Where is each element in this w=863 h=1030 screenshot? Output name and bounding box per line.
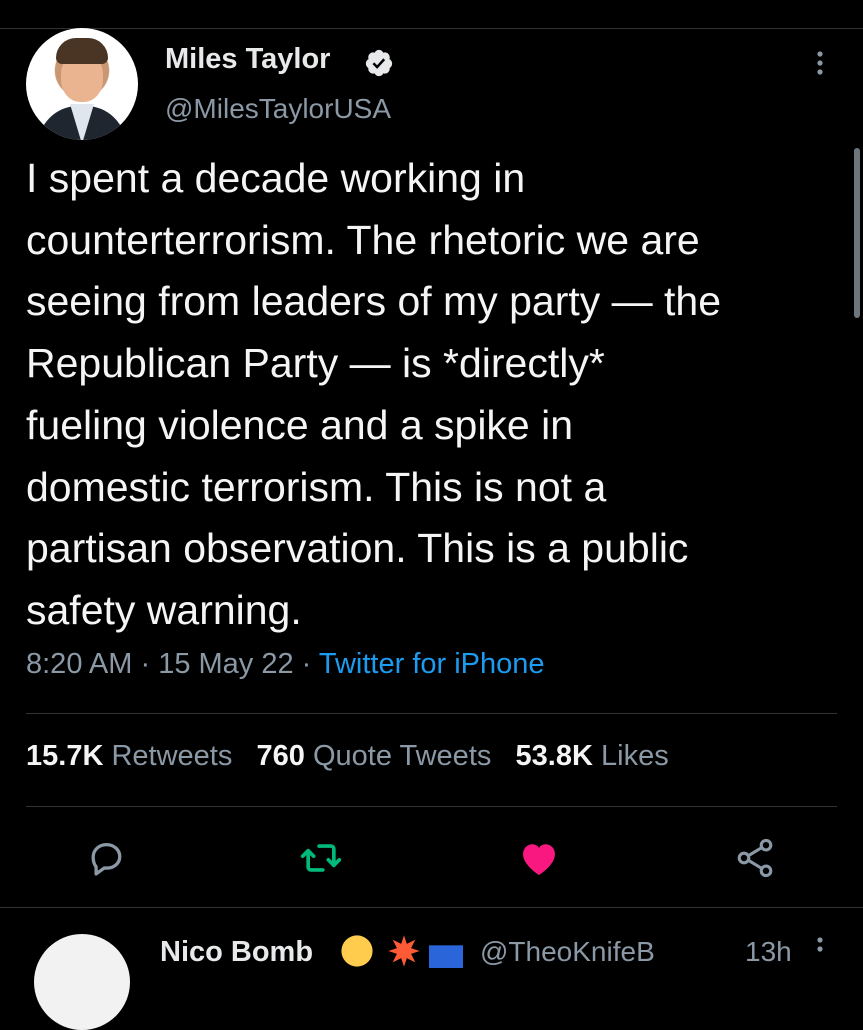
author-handle[interactable]: @MilesTaylorUSA: [165, 93, 391, 125]
quotes-stat[interactable]: 760 Quote Tweets: [257, 740, 492, 772]
tweet-text-line: fueling violence and a spike in: [26, 401, 574, 448]
more-vertical-icon[interactable]: [808, 48, 832, 78]
reply-icon[interactable]: [84, 836, 128, 880]
avatar-hair: [56, 38, 108, 64]
avatar[interactable]: [26, 28, 138, 140]
divider: [26, 806, 837, 807]
tweet-date[interactable]: 15 May 22: [158, 648, 293, 680]
heart-icon[interactable]: [517, 836, 561, 880]
likes-stat[interactable]: 53.8K Likes: [516, 740, 669, 772]
likes-label: Likes: [601, 740, 669, 772]
author-name[interactable]: Miles Taylor: [165, 43, 330, 76]
verified-badge-icon: [365, 49, 393, 77]
tweet-text-line: partisan observation. This is a public: [26, 525, 689, 572]
tweet-stats: 15.7K Retweets 760 Quote Tweets 53.8K Li…: [26, 740, 669, 773]
retweet-icon[interactable]: [299, 836, 343, 880]
retweets-count: 15.7K: [26, 740, 104, 772]
tweet-text-line: I spent a decade working in: [26, 155, 526, 201]
meta-dot: ·: [293, 648, 319, 680]
tweet-source-link[interactable]: Twitter for iPhone: [319, 648, 545, 680]
quotes-count: 760: [256, 740, 305, 772]
share-icon[interactable]: [733, 836, 777, 880]
retweets-label: Retweets: [111, 740, 233, 772]
next-tweet-handle[interactable]: @TheoKnifeB: [480, 936, 655, 968]
collision-emoji-icon: [388, 935, 420, 967]
next-tweet-avatar[interactable]: [34, 934, 130, 1030]
likes-count: 53.8K: [515, 740, 593, 772]
next-tweet[interactable]: Nico Bomb @TheoKnifeB 13h: [0, 907, 863, 1030]
tweet-text-line: seeing from leaders of my party — the: [26, 278, 722, 325]
tweet-text-line: Republican Party — is *directly*: [26, 340, 605, 387]
flag-emoji-icon: [429, 945, 463, 968]
meta-dot: ·: [132, 648, 159, 680]
next-tweet-time[interactable]: 13h: [745, 936, 792, 968]
divider: [26, 713, 837, 714]
smiley-emoji-icon: [341, 935, 373, 967]
top-divider: [0, 28, 863, 29]
tweet-text-line: safety warning.: [26, 586, 302, 633]
tweet-meta: 8:20 AM · 15 May 22 · Twitter for iPhone: [26, 648, 545, 681]
next-tweet-more-icon[interactable]: [808, 934, 832, 964]
tweet-text: I spent a decade working in counterterro…: [26, 148, 846, 642]
tweet-text-line: domestic terrorism. This is not a: [26, 463, 607, 510]
scrollbar[interactable]: [854, 148, 860, 318]
tweet-time[interactable]: 8:20 AM: [26, 648, 132, 680]
tweet-text-line: counterterrorism. The rhetoric we are: [26, 216, 700, 263]
quotes-label: Quote Tweets: [312, 740, 492, 772]
retweets-stat[interactable]: 15.7K Retweets: [26, 740, 232, 772]
